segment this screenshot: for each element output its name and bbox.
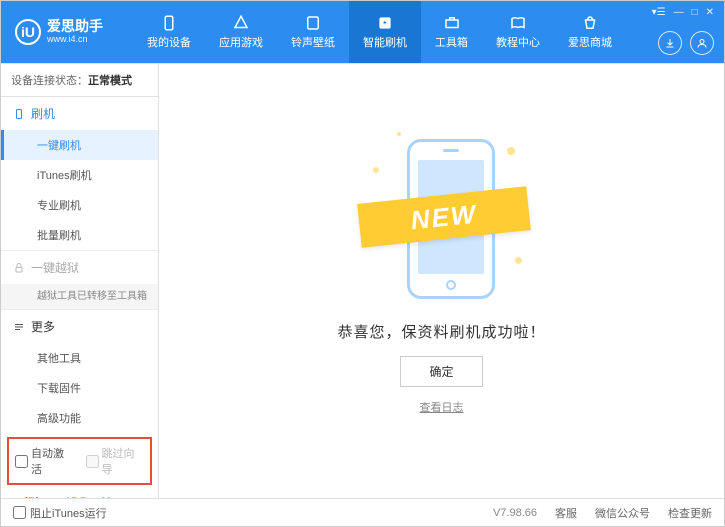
- success-message: 恭喜您，保资料刷机成功啦！: [337, 321, 545, 342]
- nav-label: 应用游戏: [219, 34, 263, 50]
- version-label: V7.98.66: [493, 507, 537, 519]
- close-icon[interactable]: ✕: [706, 7, 714, 18]
- status-bar-footer: 阻止iTunes运行 V7.98.66 客服 微信公众号 检查更新: [1, 498, 724, 526]
- sidebar-batch-flash[interactable]: 批量刷机: [1, 220, 158, 250]
- sidebar-flash-head[interactable]: 刷机: [1, 97, 158, 130]
- nav-toolbox[interactable]: 工具箱: [421, 1, 482, 63]
- sidebar-head-label: 更多: [31, 318, 55, 335]
- minimize-icon[interactable]: —: [674, 7, 684, 18]
- sidebar-itunes-flash[interactable]: iTunes刷机: [1, 160, 158, 190]
- status-label: 设备连接状态：: [11, 75, 88, 87]
- sidebar-more-head[interactable]: 更多: [1, 310, 158, 343]
- tutorial-icon: [509, 14, 527, 32]
- maximize-icon[interactable]: □: [692, 7, 698, 18]
- toolbox-icon: [443, 14, 461, 32]
- user-icon[interactable]: [690, 31, 714, 55]
- ok-button[interactable]: 确定: [400, 356, 482, 387]
- header-actions: [658, 31, 714, 55]
- footer-wechat[interactable]: 微信公众号: [595, 505, 650, 521]
- nav-label: 工具箱: [435, 34, 468, 50]
- download-icon[interactable]: [658, 31, 682, 55]
- apps-icon: [232, 14, 250, 32]
- sidebar-advanced[interactable]: 高级功能: [1, 403, 158, 433]
- nav-smart-flash[interactable]: 智能刷机: [349, 1, 421, 63]
- phone-icon: [160, 14, 178, 32]
- lock-icon: [13, 262, 25, 274]
- sidebar-jailbreak-head[interactable]: 一键越狱: [1, 251, 158, 284]
- sidebar-head-label: 一键越狱: [31, 259, 79, 276]
- sidebar-other-tools[interactable]: 其他工具: [1, 343, 158, 373]
- nav-label: 我的设备: [147, 34, 191, 50]
- device-status: 设备连接状态：正常模式: [1, 64, 158, 97]
- app-header: iU 爱思助手 www.i4.cn 我的设备 应用游戏 铃声壁纸 智能刷机 工具…: [1, 1, 724, 63]
- options-highlight: 自动激活 跳过向导: [7, 437, 152, 485]
- main-content: NEW 恭喜您，保资料刷机成功啦！ 确定 查看日志: [159, 64, 724, 498]
- nav-ringtones-wallpapers[interactable]: 铃声壁纸: [277, 1, 349, 63]
- skip-guide-checkbox[interactable]: 跳过向导: [86, 445, 145, 477]
- sidebar-jailbreak-note: 越狱工具已转移至工具箱: [1, 284, 158, 309]
- sidebar-one-key-flash[interactable]: 一键刷机: [1, 130, 158, 160]
- status-value: 正常模式: [88, 75, 132, 87]
- footer-support[interactable]: 客服: [555, 505, 577, 521]
- store-icon: [581, 14, 599, 32]
- sidebar-pro-flash[interactable]: 专业刷机: [1, 190, 158, 220]
- media-icon: [304, 14, 322, 32]
- nav-label: 教程中心: [496, 34, 540, 50]
- device-info: iPhone 15 Pro Max 512GB iPhone: [1, 489, 158, 498]
- nav-store[interactable]: 爱思商城: [554, 1, 626, 63]
- logo-icon: iU: [15, 19, 41, 45]
- success-illustration: NEW: [367, 127, 517, 307]
- list-icon: [13, 321, 25, 333]
- flash-icon: [376, 14, 394, 32]
- auto-activate-checkbox[interactable]: 自动激活: [15, 445, 74, 477]
- app-logo: iU 爱思助手 www.i4.cn: [15, 19, 103, 45]
- body: 设备连接状态：正常模式 刷机 一键刷机 iTunes刷机 专业刷机 批量刷机 一…: [1, 63, 724, 498]
- block-itunes-checkbox[interactable]: 阻止iTunes运行: [13, 505, 107, 521]
- footer-update[interactable]: 检查更新: [668, 505, 712, 521]
- nav-label: 铃声壁纸: [291, 34, 335, 50]
- nav-label: 爱思商城: [568, 34, 612, 50]
- nav-tutorials[interactable]: 教程中心: [482, 1, 554, 63]
- nav-label: 智能刷机: [363, 34, 407, 50]
- main-nav: 我的设备 应用游戏 铃声壁纸 智能刷机 工具箱 教程中心 爱思商城: [133, 1, 626, 63]
- sidebar: 设备连接状态：正常模式 刷机 一键刷机 iTunes刷机 专业刷机 批量刷机 一…: [1, 64, 159, 498]
- new-badge: NEW: [409, 198, 479, 236]
- window-controls: ▾☰ — □ ✕: [652, 7, 714, 18]
- sidebar-head-label: 刷机: [31, 105, 55, 122]
- menu-icon[interactable]: ▾☰: [652, 7, 666, 18]
- logo-url: www.i4.cn: [47, 35, 103, 45]
- logo-title: 爱思助手: [47, 19, 103, 34]
- view-log-link[interactable]: 查看日志: [420, 399, 464, 415]
- phone-small-icon: [13, 108, 25, 120]
- sidebar-download-firmware[interactable]: 下载固件: [1, 373, 158, 403]
- nav-my-device[interactable]: 我的设备: [133, 1, 205, 63]
- nav-apps-games[interactable]: 应用游戏: [205, 1, 277, 63]
